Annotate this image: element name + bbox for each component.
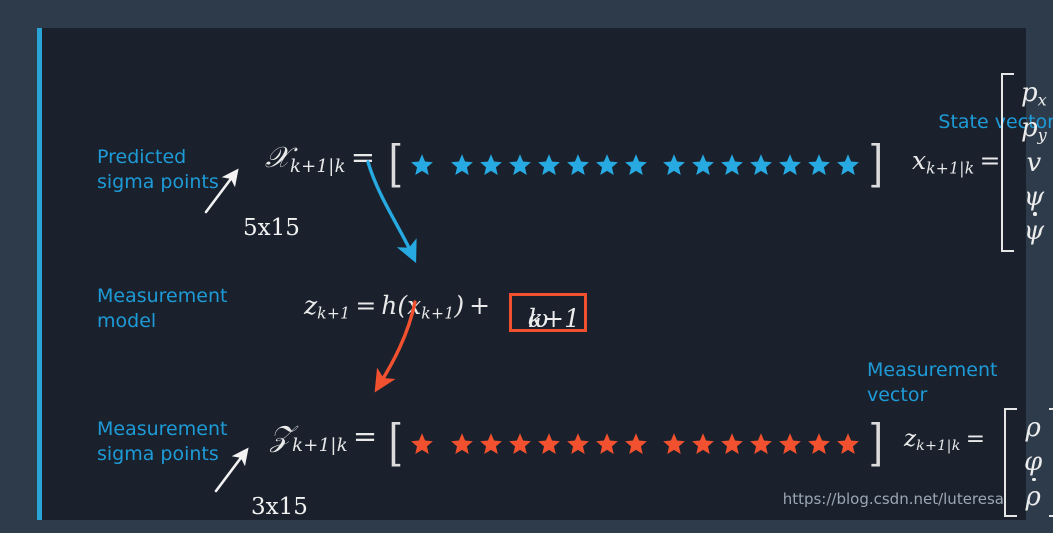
noise-term-highlight-box: ω k+1 [509,293,587,333]
state-vector-matrix: px py v ψ ψ [1001,73,1053,252]
watermark-url: https://blog.csdn.net/luteresa [782,490,1004,508]
subscript-predicted-sigma: k+1|k [289,156,346,178]
measurement-vector-matrix: ρφρ [1004,408,1053,517]
star-group-2-measured [450,432,648,456]
sigma-point-star [778,153,802,177]
sigma-point-star [595,153,619,177]
sigma-point-star [720,432,744,456]
sigma-point-star [537,153,561,177]
sigma-point-star [691,153,715,177]
sigma-point-star [566,432,590,456]
dimension-label-measured: 3x15 [251,494,308,520]
sigma-point-star [566,153,590,177]
star-group-2-predicted [450,153,648,177]
vector-element: v [1026,147,1042,178]
open-bracket-predicted: [ [388,135,404,194]
sigma-point-star [624,432,648,456]
measurement-vector-entries: ρφρ [1017,408,1049,517]
subscript-measurement-vector: k+1|k [916,437,961,454]
sigma-point-star [508,432,532,456]
sigma-point-star [778,432,802,456]
close-paren: ) [454,291,465,320]
sigma-point-star [508,153,532,177]
sigma-point-star [836,153,860,177]
equation-predicted-sigma-matrix: 𝒳k+1|k = [265,140,380,177]
sigma-point-star [479,153,503,177]
sigma-point-star [410,153,434,177]
slide-canvas: Predicted sigma points Measurement model… [0,0,1053,533]
star-group-1-predicted [410,153,434,177]
subscript-state-vector: k+1|k [926,159,975,178]
label-measurement-sigma-points: Measurement sigma points [97,418,228,465]
vector-element-subscript: y [1037,125,1047,145]
close-bracket-measured: ] [867,414,883,473]
vector-element: ψ [1023,181,1045,212]
label-predicted-sigma-points: Predicted sigma points [97,146,219,193]
dimension-label-predicted: 5x15 [243,215,300,241]
sigma-point-star [720,153,744,177]
sigma-point-star [450,153,474,177]
equation-measurement-model: zk+1 = h(xk+1) + [304,291,495,322]
close-bracket-predicted: ] [867,135,883,194]
sigma-point-star [749,432,773,456]
equals-sign-1: = [350,140,376,174]
star-group-3-measured [662,432,860,456]
sigma-point-star [749,153,773,177]
vector-element: ρ [1025,413,1041,443]
equation-state-vector-lhs: xk+1|k = [912,146,1005,177]
subscript-measurement-sigma: k+1|k [292,435,348,457]
equals-sign-3: = [355,291,377,320]
matrix-bracket-left-state [1001,73,1014,252]
content-panel: Predicted sigma points Measurement model… [37,28,1053,520]
sigma-point-star [624,153,648,177]
equals-sign-5: = [965,426,985,452]
equals-sign-4: = [352,419,378,453]
plus-sign: + [469,291,491,320]
sigma-point-star [410,432,434,456]
equation-measurement-vector-lhs: zk+1|k = [904,426,990,454]
star-group-3-predicted [662,153,860,177]
matrix-bracket-left-meas [1004,408,1017,517]
symbol-script-X: 𝒳 [265,140,290,174]
star-row-predicted-sigma-points: [ ] [386,135,885,194]
sigma-point-star [807,432,831,456]
symbol-z-meas: z [904,426,917,452]
open-bracket-measured: [ [388,414,404,473]
vector-element: px [1021,78,1047,110]
sigma-point-star [662,432,686,456]
sigma-point-star [595,432,619,456]
subscript-omega: k+1 [528,304,581,333]
equation-measurement-sigma-matrix: 𝒵k+1|k = [270,419,382,456]
vector-element: ρ [1025,477,1041,514]
symbol-z: z [304,291,318,320]
sigma-point-star [662,153,686,177]
sigma-point-star [479,432,503,456]
star-row-measurement-sigma-points: [ ] [386,414,885,473]
sigma-point-star [836,432,860,456]
sigma-point-star [450,432,474,456]
vector-element: φ [1024,447,1043,478]
matrix-bracket-right-meas [1049,408,1053,517]
vector-element-subscript: x [1037,90,1047,110]
label-measurement-vector: Measurement vector [867,359,998,406]
sigma-point-star [691,432,715,456]
label-measurement-model: Measurement model [97,285,228,332]
subscript-hx: k+1 [421,304,455,323]
state-vector-entries: px py v ψ ψ [1014,73,1053,252]
function-h-of-x: h(x [381,291,422,320]
vector-element: py [1021,112,1047,145]
symbol-script-Z: 𝒵 [270,419,293,453]
sigma-point-star [537,432,561,456]
symbol-x: x [912,146,927,175]
subscript-z: k+1 [317,304,351,323]
vector-element: ψ [1024,212,1044,248]
sigma-point-star [807,153,831,177]
star-group-1-measured [410,432,434,456]
